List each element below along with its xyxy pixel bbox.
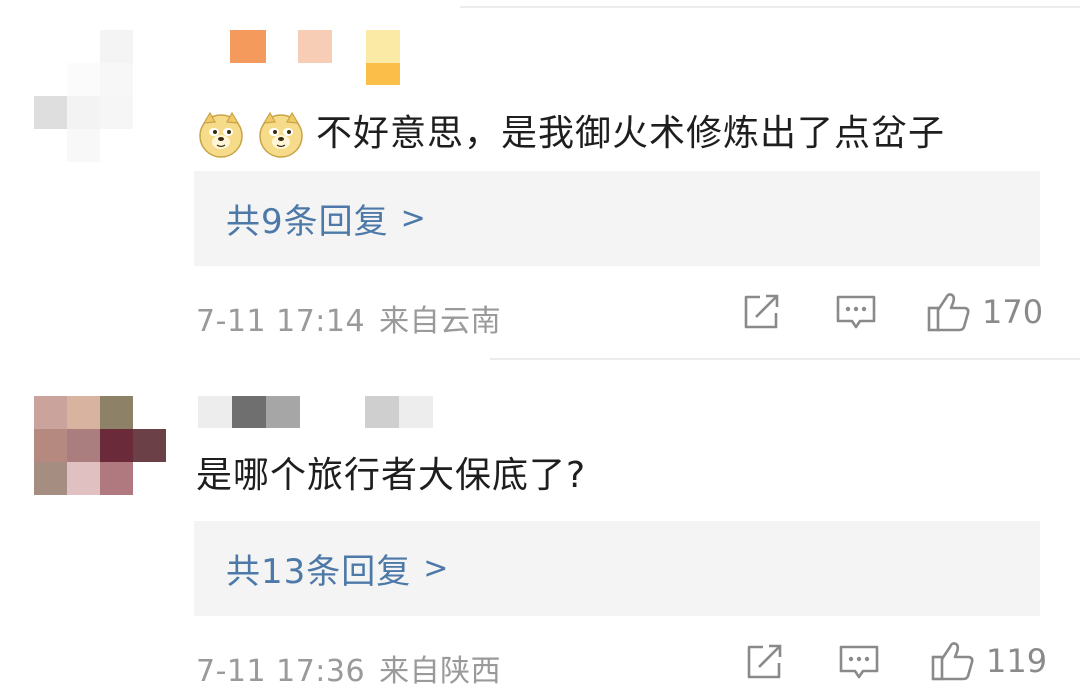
location: 来自陕西 [379, 654, 502, 689]
comment-body: 是哪个旅行者大保底了? [196, 455, 587, 496]
avatar[interactable] [30, 28, 170, 168]
share-button[interactable] [745, 643, 785, 681]
avatar[interactable] [34, 396, 169, 498]
comment-body: 不好意思，是我御火术修炼出了点岔子 [316, 113, 946, 154]
doge-emoji-icon [256, 109, 306, 159]
reply-count-label: 共9条回复 [226, 202, 389, 242]
thumbs-up-icon [926, 290, 972, 334]
share-button[interactable] [742, 293, 782, 331]
username[interactable] [198, 396, 438, 430]
comment-text: 不好意思，是我御火术修炼出了点岔子 [196, 109, 945, 159]
doge-emoji-icon [196, 109, 246, 159]
comment-meta: 7-11 17:36 来自陕西 [196, 646, 501, 690]
like-button[interactable]: 119 [930, 639, 1047, 683]
thumbs-up-icon [930, 639, 976, 683]
location: 来自云南 [379, 304, 502, 339]
comment-icon [838, 643, 880, 683]
like-button[interactable]: 170 [926, 290, 1043, 334]
like-count: 119 [986, 642, 1048, 680]
timestamp: 7-11 17:14 [196, 304, 366, 339]
view-replies-button[interactable]: 共9条回复 > [194, 171, 1040, 266]
username[interactable] [230, 30, 405, 90]
chevron-right-icon: > [423, 551, 449, 586]
comment-button[interactable] [835, 293, 877, 333]
comment-thread: 不好意思，是我御火术修炼出了点岔子 共9条回复 > 7-11 17:14 来自云南 [0, 0, 1080, 695]
comment-icon [835, 293, 877, 333]
share-icon [742, 293, 782, 331]
comment-button[interactable] [838, 643, 880, 683]
like-count: 170 [982, 293, 1044, 331]
share-icon [745, 643, 785, 681]
comment-meta: 7-11 17:14 来自云南 [196, 296, 501, 340]
view-replies-button[interactable]: 共13条回复 > [194, 521, 1040, 616]
timestamp: 7-11 17:36 [196, 654, 366, 689]
reply-count-label: 共13条回复 [226, 552, 412, 592]
chevron-right-icon: > [400, 201, 426, 236]
divider [460, 6, 1080, 8]
divider [490, 358, 1080, 360]
